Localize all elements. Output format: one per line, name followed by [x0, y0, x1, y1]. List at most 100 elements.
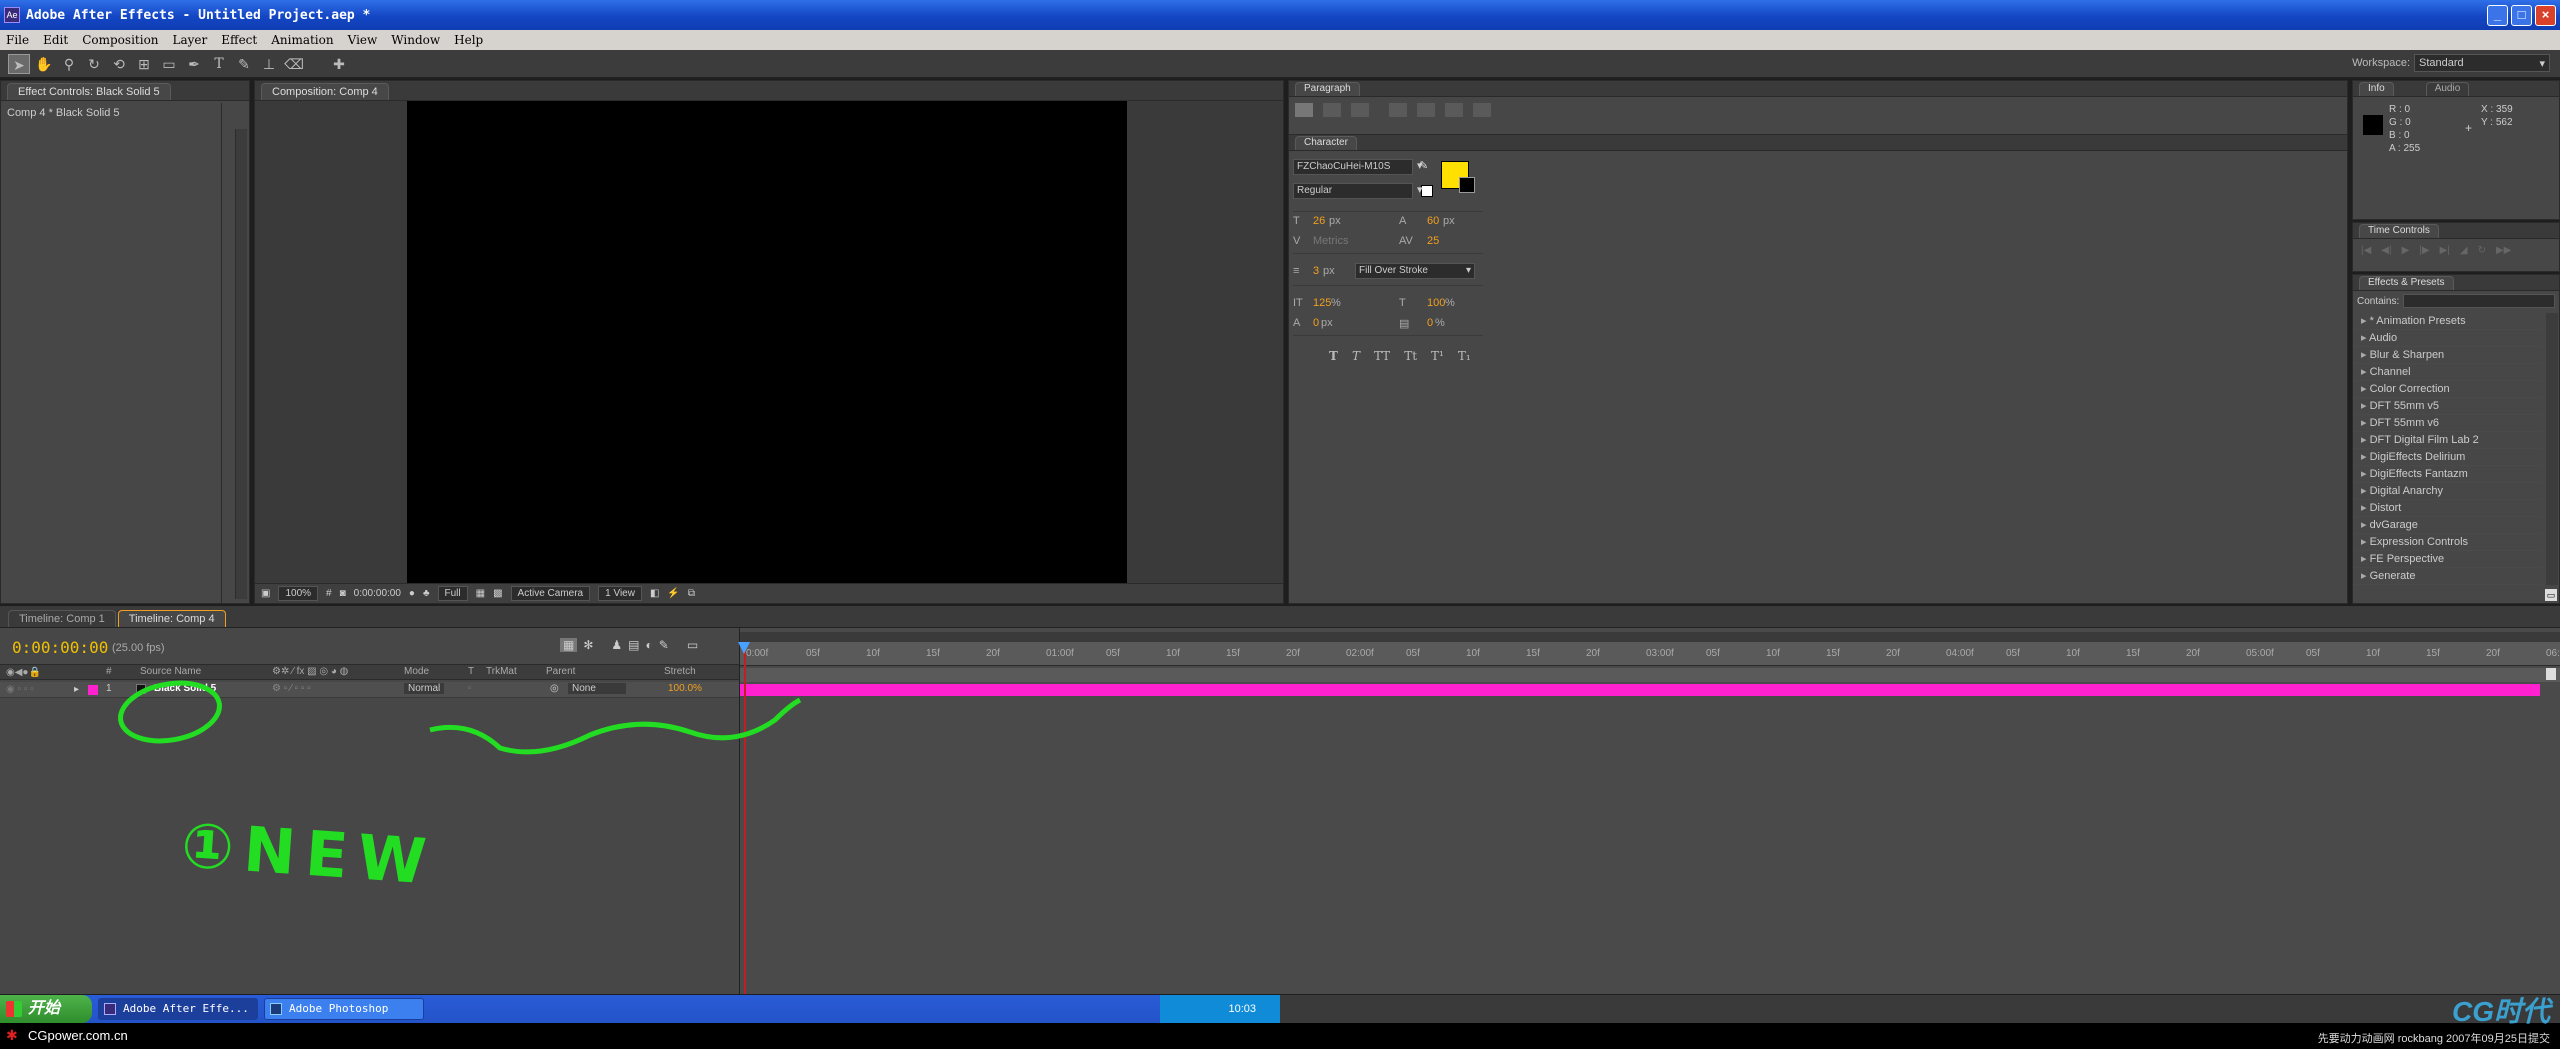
faux-bold-icon[interactable]: T	[1329, 349, 1338, 363]
new-folder-icon[interactable]: ▭	[2545, 589, 2557, 601]
parent-pickwhip-icon[interactable]: ◎	[550, 683, 559, 694]
play-icon[interactable]: ▶	[2402, 245, 2410, 256]
list-item[interactable]: Digital Anarchy	[2353, 483, 2543, 500]
tracking-value[interactable]: 25	[1427, 235, 1439, 247]
fast-preview-icon[interactable]: ⚡	[667, 588, 679, 599]
list-item[interactable]: Expression Controls	[2353, 534, 2543, 551]
brush-tool-icon[interactable]: ✎	[233, 54, 255, 74]
layer-duration-bar[interactable]	[740, 684, 2540, 696]
justify-right-icon[interactable]	[1445, 103, 1463, 117]
align-right-icon[interactable]	[1351, 103, 1369, 117]
eyedropper-tool-icon[interactable]: ✎	[1419, 159, 1428, 172]
last-frame-icon[interactable]: ▶|	[2440, 245, 2450, 256]
selection-tool-icon[interactable]: ➤	[8, 53, 30, 74]
all-caps-icon[interactable]: TT	[1374, 349, 1390, 363]
menu-file[interactable]: File	[6, 33, 29, 47]
menu-effect[interactable]: Effect	[221, 33, 257, 47]
work-area-bar[interactable]	[740, 632, 2560, 642]
list-item[interactable]: DFT 55mm v6	[2353, 415, 2543, 432]
justify-left-icon[interactable]	[1389, 103, 1407, 117]
list-item[interactable]: DigiEffects Delirium	[2353, 449, 2543, 466]
list-item[interactable]: Color Correction	[2353, 381, 2543, 398]
menu-view[interactable]: View	[348, 33, 378, 47]
tab-character[interactable]: Character	[1295, 136, 1357, 150]
tsume-value[interactable]: 0	[1427, 317, 1433, 329]
parent-select[interactable]: None	[568, 683, 626, 694]
toggle-pixel-icon[interactable]: ◧	[650, 588, 659, 599]
task-photoshop[interactable]: Adobe Photoshop	[264, 998, 424, 1020]
tab-timeline-comp4[interactable]: Timeline: Comp 4	[117, 610, 226, 627]
layer-stretch-value[interactable]: 100.0%	[668, 683, 702, 694]
comp-timecode[interactable]: 0:00:00:00	[354, 588, 401, 599]
layer-name[interactable]: Black Solid 5	[154, 683, 216, 694]
color-icon[interactable]: ♣	[423, 588, 430, 599]
menu-help[interactable]: Help	[454, 33, 483, 47]
menu-layer[interactable]: Layer	[173, 33, 208, 47]
justify-all-icon[interactable]	[1473, 103, 1491, 117]
list-item[interactable]: FE Perspective	[2353, 551, 2543, 568]
superscript-icon[interactable]: T¹	[1431, 349, 1444, 363]
effect-controls-scrollbar[interactable]	[235, 129, 247, 599]
stroke-color-swatch[interactable]	[1459, 177, 1475, 193]
tab-timeline-comp1[interactable]: Timeline: Comp 1	[8, 610, 116, 627]
tab-effect-controls[interactable]: Effect Controls: Black Solid 5	[7, 83, 171, 100]
region-icon[interactable]: ▣	[261, 588, 270, 599]
list-item[interactable]: Audio	[2353, 330, 2543, 347]
comp-button-icon[interactable]	[2546, 668, 2556, 680]
ram-preview-icon[interactable]: ▶▶	[2496, 245, 2511, 256]
font-style-select[interactable]: Regular	[1293, 183, 1413, 199]
motion-blur-icon[interactable]: ◐	[646, 638, 653, 652]
eraser-tool-icon[interactable]: ⌫	[283, 54, 305, 74]
zoom-select[interactable]: 100%	[278, 586, 319, 601]
vertical-scale-value[interactable]: 125	[1313, 297, 1331, 309]
puppet-pin-tool-icon[interactable]: ✚	[328, 54, 350, 74]
list-item[interactable]: Channel	[2353, 364, 2543, 381]
clone-stamp-tool-icon[interactable]: ⊥	[258, 54, 280, 74]
effects-scrollbar[interactable]	[2546, 313, 2558, 585]
menu-animation[interactable]: Animation	[271, 33, 333, 47]
expand-twirl-icon[interactable]: ▸	[74, 684, 79, 695]
tab-paragraph[interactable]: Paragraph	[1295, 82, 1360, 96]
draft-3d-icon[interactable]: ✻	[583, 638, 593, 652]
live-update-icon[interactable]: ▦	[560, 638, 578, 652]
start-button[interactable]: 开始	[0, 995, 92, 1023]
layer-switch-icons[interactable]: ⚙ ▫ ⁄ ▫ ▫ ▫	[272, 683, 311, 694]
prev-frame-icon[interactable]: ◀|	[2381, 245, 2391, 256]
list-item[interactable]: Blur & Sharpen	[2353, 347, 2543, 364]
camera-select[interactable]: Active Camera	[510, 586, 591, 601]
stroke-width-value[interactable]: 3	[1313, 265, 1319, 277]
list-item[interactable]: Generate	[2353, 568, 2543, 585]
justify-center-icon[interactable]	[1417, 103, 1435, 117]
loop-icon[interactable]: ↻	[2478, 245, 2486, 256]
workspace-select[interactable]: Standard ▾	[2414, 54, 2550, 72]
subscript-icon[interactable]: T₁	[1458, 349, 1471, 363]
time-ruler[interactable]: 0:00f 05f 10f 15f 20f 01:00f 05f 10f 15f 20f 02:00…	[740, 642, 2560, 666]
tab-effects-presets[interactable]: Effects & Presets	[2359, 276, 2454, 290]
zoom-tool-icon[interactable]: ⚲	[58, 54, 80, 74]
baseline-value[interactable]: 0	[1313, 317, 1319, 329]
horizontal-scale-value[interactable]: 100	[1427, 297, 1445, 309]
small-caps-icon[interactable]: Tt	[1404, 349, 1417, 363]
stroke-mode-select[interactable]: Fill Over Stroke ▾	[1355, 263, 1475, 279]
preserve-transparency-box[interactable]: ▫	[468, 683, 472, 694]
contains-search-input[interactable]	[2403, 294, 2555, 308]
comp-viewer[interactable]	[407, 101, 1127, 583]
view-layout-select[interactable]: 1 View	[598, 586, 642, 601]
pen-tool-icon[interactable]: ✒	[183, 54, 205, 74]
faux-italic-icon[interactable]: T	[1352, 349, 1360, 363]
menu-window[interactable]: Window	[391, 33, 440, 47]
transparency-icon[interactable]: ▩	[493, 588, 502, 599]
resolution-select[interactable]: Full	[437, 586, 468, 601]
layer-mode-select[interactable]: Normal	[404, 683, 445, 694]
list-item[interactable]: dvGarage	[2353, 517, 2543, 534]
rotation-tool-icon[interactable]: ↻	[83, 54, 105, 74]
menu-composition[interactable]: Composition	[82, 33, 158, 47]
list-item[interactable]: Distort	[2353, 500, 2543, 517]
task-after-effects[interactable]: Adobe After Effe...	[98, 998, 258, 1020]
audio-icon[interactable]: ◢	[2460, 245, 2468, 256]
col-source-name[interactable]: Source Name	[140, 666, 201, 677]
font-family-select[interactable]: FZChaoCuHei-M10S	[1293, 159, 1413, 175]
clock[interactable]: 10:03	[1228, 1003, 1256, 1015]
align-left-icon[interactable]	[1295, 103, 1313, 117]
align-center-icon[interactable]	[1323, 103, 1341, 117]
